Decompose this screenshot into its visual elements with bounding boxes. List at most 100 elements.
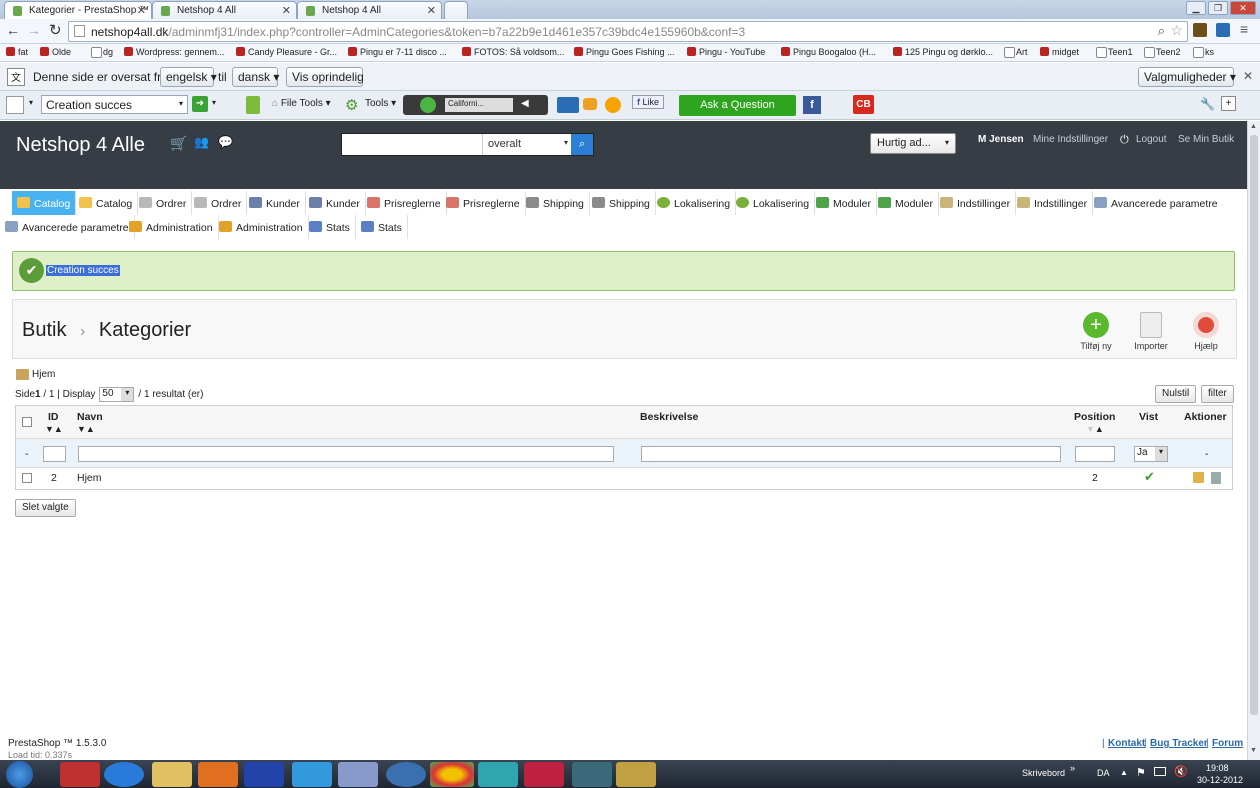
taskbar-app-icon[interactable] xyxy=(60,762,100,787)
forward-icon[interactable]: → xyxy=(27,22,41,38)
clock-date[interactable]: 30-12-2012 xyxy=(1197,775,1243,785)
menu-orders[interactable]: Ordrer xyxy=(189,191,248,215)
target-language-select[interactable]: dansk ▾ xyxy=(232,67,279,87)
bookmark-item[interactable]: Pingu - YouTube xyxy=(687,47,765,57)
close-window-icon[interactable]: ✕ xyxy=(1230,1,1256,15)
sort-arrows-icon[interactable]: ▼▲ xyxy=(77,424,95,434)
new-tab-button[interactable] xyxy=(444,1,468,19)
tray-up-icon[interactable]: ▲ xyxy=(1120,768,1128,777)
delete-selected-button[interactable]: Slet valgte xyxy=(15,499,76,517)
extension-icon[interactable] xyxy=(1216,23,1230,37)
chevron-icon[interactable]: » xyxy=(1070,763,1075,773)
ask-question-button[interactable]: Ask a Question xyxy=(679,95,796,116)
play-icon[interactable] xyxy=(420,97,436,113)
minimize-icon[interactable]: ▁ xyxy=(1186,1,1206,15)
volume-muted-icon[interactable]: 🔇 xyxy=(1174,765,1188,778)
filter-shown-select[interactable]: Ja ▾ xyxy=(1134,446,1168,462)
trash-icon[interactable] xyxy=(1211,472,1221,484)
menu-advanced-parameters[interactable]: Avancerede parametre xyxy=(1089,191,1223,215)
bookmark-item[interactable]: Teen2 xyxy=(1144,47,1181,58)
bookmark-item[interactable]: Pingu Boogaloo (H... xyxy=(781,47,876,57)
scroll-up-icon[interactable]: ▲ xyxy=(1250,123,1258,131)
bookmark-star-icon[interactable]: ☆ xyxy=(1170,22,1183,39)
weather-icon[interactable] xyxy=(557,97,579,113)
browser-tab[interactable]: Netshop 4 All ✕ xyxy=(152,1,297,19)
menu-stats[interactable]: Stats xyxy=(304,215,356,239)
menu-customers[interactable]: Kunder xyxy=(304,191,366,215)
taskbar-app-icon[interactable] xyxy=(524,762,564,787)
reload-icon[interactable]: ↻ xyxy=(49,21,62,39)
desktop-toolbar-label[interactable]: Skrivebord xyxy=(1022,768,1065,778)
filter-id-input[interactable] xyxy=(43,446,66,462)
select-all-checkbox[interactable] xyxy=(22,417,32,427)
customers-icon[interactable]: 👥 xyxy=(194,135,209,149)
internet-explorer-icon[interactable] xyxy=(104,762,144,787)
url-input[interactable]: netshop4all.dk/adminmfj31/index.php?cont… xyxy=(68,21,1188,42)
taskbar-app-icon[interactable] xyxy=(338,762,378,787)
menu-catalog[interactable]: Catalog xyxy=(74,191,139,215)
import-button[interactable]: Importer xyxy=(1131,312,1171,351)
table-row[interactable]: 2 Hjem 2 ✔ xyxy=(16,468,1232,490)
my-settings-link[interactable]: Mine Indstillinger xyxy=(1033,134,1108,145)
filter-description-input[interactable] xyxy=(641,446,1061,462)
clock-time[interactable]: 19:08 xyxy=(1206,763,1229,773)
admin-search-input[interactable] xyxy=(342,134,482,155)
scroll-thumb[interactable] xyxy=(1250,135,1258,715)
close-icon[interactable]: ✕ xyxy=(1243,69,1253,83)
menu-administration[interactable]: Administration xyxy=(214,215,309,239)
taskbar-app-icon[interactable] xyxy=(616,762,656,787)
menu-customers[interactable]: Kunder xyxy=(244,191,306,215)
contact-link[interactable]: Kontakt xyxy=(1108,738,1145,749)
pacman-icon[interactable] xyxy=(605,97,621,113)
bookmark-item[interactable]: 125 Pingu og dørklo... xyxy=(893,47,993,57)
column-name[interactable]: Navn xyxy=(77,411,103,423)
search-go-icon[interactable]: ➜ xyxy=(192,96,208,112)
language-indicator[interactable]: DA xyxy=(1097,768,1110,778)
source-language-select[interactable]: engelsk ▾ xyxy=(160,67,217,87)
games-icon[interactable] xyxy=(583,98,597,110)
restore-icon[interactable]: ❐ xyxy=(1208,1,1228,15)
search-icon[interactable]: ⌕ xyxy=(571,134,593,155)
bookmark-item[interactable]: Candy Pleasure - Gr... xyxy=(236,47,337,57)
bookmark-item[interactable]: Wordpress: gennem... xyxy=(124,47,224,57)
facebook-icon[interactable]: f xyxy=(803,96,821,114)
menu-localization[interactable]: Lokalisering xyxy=(652,191,737,215)
page-scrollbar[interactable]: ▲ ▼ xyxy=(1247,121,1260,760)
cart-icon[interactable]: 🛒 xyxy=(170,135,187,152)
column-id[interactable]: ID xyxy=(48,411,59,423)
taskbar-app-icon[interactable] xyxy=(292,762,332,787)
media-player[interactable]: Californi... ◀ xyxy=(403,95,548,115)
file-tools-menu[interactable]: ⌂ File Tools ▾ xyxy=(272,98,331,109)
menu-price-rules[interactable]: Prisreglerne xyxy=(441,191,526,215)
menu-preferences[interactable]: Indstillinger xyxy=(1012,191,1094,215)
enabled-check-icon[interactable]: ✔ xyxy=(1144,469,1155,485)
dropdown-arrow-icon[interactable]: ▾ xyxy=(212,98,216,107)
menu-shipping[interactable]: Shipping xyxy=(587,191,656,215)
menu-localization[interactable]: Lokalisering xyxy=(731,191,816,215)
network-icon[interactable] xyxy=(1154,767,1166,776)
browser-tab[interactable]: Netshop 4 All ✕ xyxy=(297,1,442,19)
shop-brand[interactable]: Netshop 4 Alle xyxy=(16,134,145,157)
home-breadcrumb-link[interactable]: Hjem xyxy=(32,369,55,380)
help-button[interactable]: Hjælp xyxy=(1186,312,1226,351)
view-shop-link[interactable]: Se Min Butik xyxy=(1178,134,1234,145)
flag-icon[interactable]: ⚑ xyxy=(1136,766,1146,779)
row-checkbox[interactable] xyxy=(22,473,32,483)
menu-orders[interactable]: Ordrer xyxy=(134,191,193,215)
sort-arrows-icon[interactable]: ▼▲ xyxy=(1086,424,1104,434)
media-player-icon[interactable] xyxy=(198,762,238,787)
dropdown-arrow-icon[interactable]: ▾ xyxy=(29,98,33,107)
employee-name[interactable]: M Jensen xyxy=(978,134,1024,145)
menu-preferences[interactable]: Indstillinger xyxy=(935,191,1017,215)
menu-modules[interactable]: Moduler xyxy=(811,191,877,215)
toolbar-search-input[interactable]: Creation succes ▾ xyxy=(41,95,188,114)
volume-icon[interactable]: ◀ xyxy=(521,98,529,109)
toolbar-logo-icon[interactable] xyxy=(6,96,24,114)
column-position[interactable]: Position xyxy=(1074,411,1115,423)
bookmark-item[interactable]: Art xyxy=(1004,47,1028,58)
menu-administration[interactable]: Administration xyxy=(124,215,219,239)
forum-link[interactable]: Forum xyxy=(1212,738,1243,749)
filter-position-input[interactable] xyxy=(1075,446,1115,462)
tools-menu[interactable]: Tools ▾ xyxy=(365,98,396,109)
cb-icon[interactable]: CB xyxy=(853,95,874,114)
